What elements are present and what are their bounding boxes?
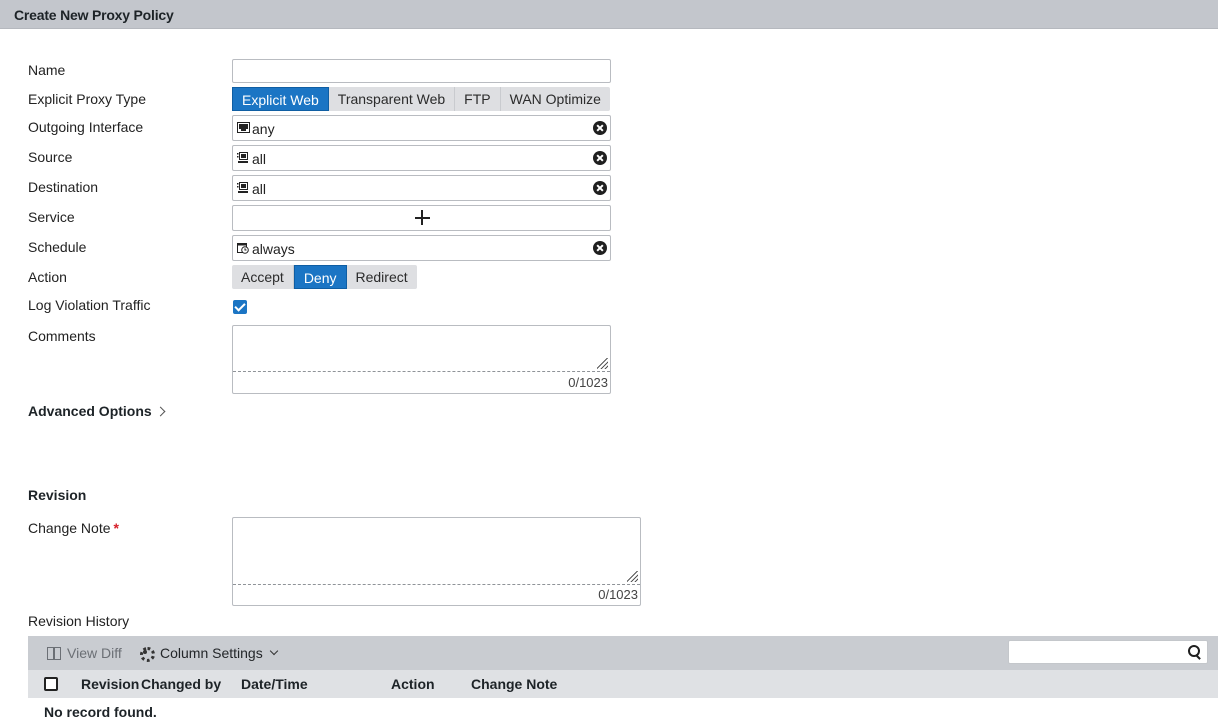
service-field[interactable] bbox=[232, 205, 611, 231]
source-value: all bbox=[252, 151, 267, 167]
advanced-options-toggle[interactable]: Advanced Options bbox=[28, 403, 166, 419]
outgoing-interface-value: any bbox=[252, 121, 275, 137]
change-note-label: Change Note * bbox=[28, 520, 119, 536]
destination-value: all bbox=[252, 181, 267, 197]
resize-grip-icon[interactable] bbox=[597, 358, 608, 369]
log-violation-checkbox[interactable] bbox=[233, 300, 247, 314]
proxy-type-transparent-web[interactable]: Transparent Web bbox=[329, 87, 456, 111]
interface-icon bbox=[237, 121, 250, 133]
revision-table-header: Revision Changed by Date/Time Action Cha… bbox=[28, 670, 1218, 698]
schedule-field[interactable]: always bbox=[232, 235, 611, 261]
column-header-action[interactable]: Action bbox=[391, 676, 435, 692]
column-settings-button[interactable]: Column Settings bbox=[139, 645, 278, 662]
revision-heading: Revision bbox=[28, 487, 87, 503]
search-icon[interactable] bbox=[1188, 645, 1202, 659]
change-note-box: 0/1023 bbox=[232, 517, 641, 606]
divider bbox=[233, 371, 610, 372]
advanced-options-label: Advanced Options bbox=[28, 403, 152, 419]
comments-char-counter: 0/1023 bbox=[568, 375, 608, 390]
page-title: Create New Proxy Policy bbox=[14, 7, 174, 23]
comments-box: 0/1023 bbox=[232, 325, 611, 394]
empty-table-message: No record found. bbox=[44, 704, 157, 720]
remove-icon[interactable] bbox=[593, 241, 607, 255]
address-icon bbox=[237, 151, 249, 163]
search-box bbox=[1008, 640, 1208, 664]
action-deny[interactable]: Deny bbox=[293, 265, 347, 289]
proxy-type-label: Explicit Proxy Type bbox=[28, 91, 147, 107]
action-selector: Accept Deny Redirect bbox=[232, 265, 417, 289]
action-label: Action bbox=[28, 269, 67, 285]
resize-grip-icon[interactable] bbox=[627, 571, 638, 582]
column-header-change-note[interactable]: Change Note bbox=[471, 676, 557, 692]
name-input[interactable] bbox=[232, 59, 611, 83]
search-input[interactable] bbox=[1009, 641, 1181, 663]
diff-icon bbox=[46, 646, 61, 660]
title-bar: Create New Proxy Policy bbox=[0, 0, 1218, 29]
remove-icon[interactable] bbox=[593, 121, 607, 135]
revision-history-label: Revision History bbox=[28, 613, 130, 629]
divider bbox=[233, 584, 640, 585]
schedule-icon bbox=[237, 241, 249, 254]
chevron-right-icon bbox=[155, 406, 166, 417]
remove-icon[interactable] bbox=[593, 181, 607, 195]
source-field[interactable]: all bbox=[232, 145, 611, 171]
source-label: Source bbox=[28, 149, 73, 165]
gear-icon bbox=[139, 646, 155, 662]
column-header-changed-by[interactable]: Changed by bbox=[141, 676, 221, 692]
service-label: Service bbox=[28, 209, 75, 225]
address-icon bbox=[237, 181, 249, 193]
select-all-checkbox[interactable] bbox=[44, 677, 58, 691]
proxy-type-explicit-web[interactable]: Explicit Web bbox=[232, 87, 329, 111]
view-diff-button[interactable]: View Diff bbox=[46, 645, 122, 661]
change-note-textarea[interactable] bbox=[233, 518, 640, 584]
remove-icon[interactable] bbox=[593, 151, 607, 165]
name-label: Name bbox=[28, 62, 66, 78]
comments-textarea[interactable] bbox=[233, 326, 610, 371]
schedule-value: always bbox=[252, 241, 295, 257]
outgoing-interface-field[interactable]: any bbox=[232, 115, 611, 141]
required-marker: * bbox=[113, 520, 119, 536]
add-icon[interactable] bbox=[414, 209, 431, 226]
proxy-type-ftp[interactable]: FTP bbox=[455, 87, 501, 111]
change-note-char-counter: 0/1023 bbox=[598, 587, 638, 602]
proxy-type-selector: Explicit Web Transparent Web FTP WAN Opt… bbox=[232, 87, 610, 111]
comments-label: Comments bbox=[28, 328, 96, 344]
destination-label: Destination bbox=[28, 179, 99, 195]
log-violation-label: Log Violation Traffic bbox=[28, 297, 151, 313]
column-header-date-time[interactable]: Date/Time bbox=[241, 676, 308, 692]
action-redirect[interactable]: Redirect bbox=[347, 265, 417, 289]
proxy-type-wan-optimize[interactable]: WAN Optimize bbox=[501, 87, 610, 111]
chevron-down-icon bbox=[269, 646, 278, 656]
schedule-label: Schedule bbox=[28, 239, 87, 255]
outgoing-interface-label: Outgoing Interface bbox=[28, 119, 144, 135]
destination-field[interactable]: all bbox=[232, 175, 611, 201]
column-header-revision[interactable]: Revision bbox=[81, 676, 139, 692]
action-accept[interactable]: Accept bbox=[232, 265, 294, 289]
